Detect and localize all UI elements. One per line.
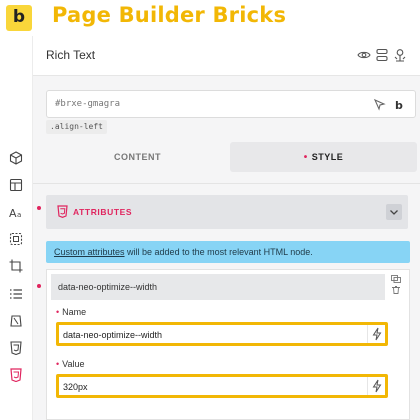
cube-icon[interactable] — [9, 151, 23, 165]
modified-dot: • — [56, 359, 60, 369]
class-chip[interactable]: .align-left — [46, 120, 107, 134]
info-text: will be added to the most relevant HTML … — [124, 247, 313, 257]
layout-icon[interactable] — [9, 178, 23, 192]
attributes-label: ATTRIBUTES — [73, 207, 133, 217]
modified-dot — [37, 206, 41, 210]
modified-dot: • — [303, 152, 308, 163]
tab-style[interactable]: • STYLE — [230, 142, 417, 172]
svg-text:b: b — [395, 99, 403, 111]
selector-id: #brxe-gmagra — [55, 99, 121, 109]
tab-content-label: CONTENT — [114, 152, 161, 162]
tab-content[interactable]: CONTENT — [46, 142, 229, 172]
name-input[interactable] — [63, 328, 363, 342]
html5-icon — [56, 205, 69, 218]
pin-person-icon[interactable] — [393, 48, 407, 62]
left-rail: Aa — [0, 36, 33, 420]
value-label: • Value — [56, 359, 85, 369]
attribute-item-title: data-neo-optimize--width — [58, 282, 158, 292]
bolt-icon — [372, 327, 382, 341]
top-bar: b Page Builder Bricks — [0, 0, 420, 36]
item-tools — [391, 275, 405, 297]
attribute-item-header[interactable]: data-neo-optimize--width — [51, 274, 385, 300]
clone-icon[interactable] — [391, 275, 401, 283]
dynamic-data-button[interactable] — [367, 325, 385, 343]
stack-icon[interactable] — [375, 48, 389, 62]
dynamic-data-button[interactable] — [367, 377, 385, 395]
name-label: • Name — [56, 307, 86, 317]
modified-dot — [37, 284, 41, 288]
eye-icon[interactable] — [357, 48, 371, 62]
info-message: Custom attributes will be added to the m… — [46, 241, 410, 263]
svg-text:A: A — [9, 207, 17, 219]
bricks-logo[interactable]: b — [6, 5, 32, 31]
border-icon[interactable] — [9, 232, 23, 246]
attributes-section: ATTRIBUTES Custom attributes will be add… — [33, 186, 420, 420]
modified-dot: • — [56, 307, 60, 317]
cursor-icon[interactable] — [373, 98, 386, 111]
custom-attributes-link[interactable]: Custom attributes — [54, 247, 125, 257]
panel-tabs: CONTENT • STYLE — [33, 142, 420, 172]
crop-icon[interactable] — [9, 259, 23, 273]
attributes-header[interactable]: ATTRIBUTES — [46, 195, 408, 229]
name-field[interactable] — [56, 322, 388, 346]
chevron-down-icon — [390, 210, 398, 215]
collapse-button[interactable] — [386, 204, 402, 220]
page-title: Page Builder Bricks — [52, 3, 287, 27]
value-input[interactable] — [63, 380, 363, 394]
html5-icon[interactable] — [9, 368, 23, 382]
svg-text:a: a — [17, 211, 21, 219]
tab-style-label: STYLE — [311, 152, 344, 162]
typography-icon[interactable]: Aa — [9, 205, 23, 219]
css-selector-field[interactable]: #brxe-gmagra b — [46, 90, 416, 118]
element-title: Rich Text — [46, 48, 96, 62]
value-field[interactable] — [56, 374, 388, 398]
trash-icon[interactable] — [391, 286, 401, 294]
bricks-b-icon[interactable]: b — [393, 98, 406, 111]
divider — [33, 183, 420, 184]
bolt-icon — [372, 379, 382, 393]
value-label-text: Value — [62, 359, 85, 369]
element-panel: Rich Text #brxe-gmagra b .align-left CON… — [33, 36, 420, 420]
list-icon[interactable] — [9, 287, 23, 301]
transform-icon[interactable] — [9, 314, 23, 328]
name-label-text: Name — [62, 307, 87, 317]
css3-icon[interactable] — [9, 341, 23, 355]
panel-header: Rich Text — [33, 36, 420, 76]
attribute-item: data-neo-optimize--width •Name •Value — [46, 269, 410, 420]
